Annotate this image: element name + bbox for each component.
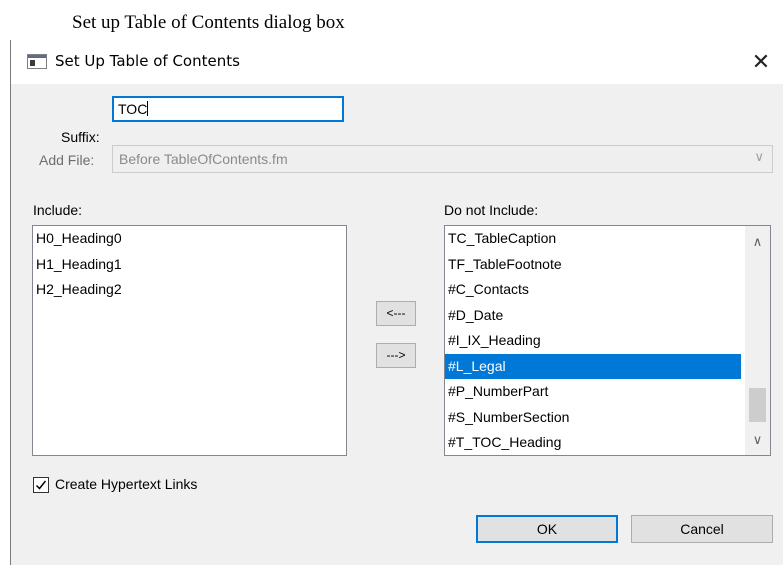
figure-caption: Set up Table of Contents dialog box — [72, 12, 345, 33]
add-file-value: Before TableOfContents.fm — [119, 151, 288, 167]
vertical-scrollbar[interactable]: ∧ ∨ — [745, 226, 770, 455]
app-window-icon — [27, 54, 47, 69]
move-left-button[interactable]: <--- — [376, 301, 416, 326]
hypertext-links-label: Create Hypertext Links — [55, 476, 198, 492]
do-not-include-label: Do not Include: — [444, 202, 539, 218]
scrollbar-thumb[interactable] — [749, 388, 766, 422]
close-button[interactable]: ✕ — [738, 40, 783, 84]
suffix-input[interactable]: TOC — [112, 96, 344, 122]
list-item[interactable]: #L_Legal — [445, 353, 741, 379]
list-item[interactable]: H1_Heading1 — [33, 252, 346, 278]
list-item[interactable]: #S_NumberSection — [445, 405, 741, 431]
list-item[interactable]: TC_TableCaption — [445, 226, 741, 252]
list-item[interactable]: #D_Date — [445, 303, 741, 329]
include-label: Include: — [33, 202, 83, 218]
toc-setup-dialog: Set Up Table of Contents ✕ Suffix: TOC A… — [10, 40, 783, 565]
list-item[interactable]: #P_NumberPart — [445, 379, 741, 405]
checkmark-icon — [35, 480, 47, 490]
add-file-label: Add File: — [39, 152, 95, 168]
list-item[interactable]: #T_TOC_Heading — [445, 430, 741, 455]
close-icon: ✕ — [751, 49, 771, 75]
chevron-down-icon[interactable]: ∨ — [745, 428, 770, 453]
chevron-up-icon[interactable]: ∧ — [745, 230, 770, 255]
list-item[interactable]: #C_Contacts — [445, 277, 741, 303]
title-bar: Set Up Table of Contents ✕ — [11, 40, 783, 84]
add-file-dropdown[interactable]: Before TableOfContents.fm ∨ — [112, 145, 773, 173]
text-caret — [147, 101, 149, 116]
suffix-value: TOC — [118, 101, 148, 117]
include-listbox[interactable]: H0_Heading0 H1_Heading1 H2_Heading2 — [32, 225, 347, 456]
list-item[interactable]: H2_Heading2 — [33, 277, 346, 303]
do-not-include-listbox[interactable]: TC_TableCaption TF_TableFootnote #C_Contac… — [444, 225, 771, 456]
suffix-label: Suffix: — [61, 129, 100, 145]
dialog-title: Set Up Table of Contents — [55, 52, 240, 70]
move-right-button[interactable]: ---> — [376, 343, 416, 368]
list-item[interactable]: #I_IX_Heading — [445, 328, 741, 354]
hypertext-links-checkbox[interactable] — [33, 477, 49, 493]
ok-button[interactable]: OK — [476, 515, 618, 543]
list-item[interactable]: TF_TableFootnote — [445, 252, 741, 278]
list-item[interactable]: H0_Heading0 — [33, 226, 346, 252]
cancel-button[interactable]: Cancel — [631, 515, 773, 543]
chevron-down-icon: ∨ — [754, 150, 764, 165]
